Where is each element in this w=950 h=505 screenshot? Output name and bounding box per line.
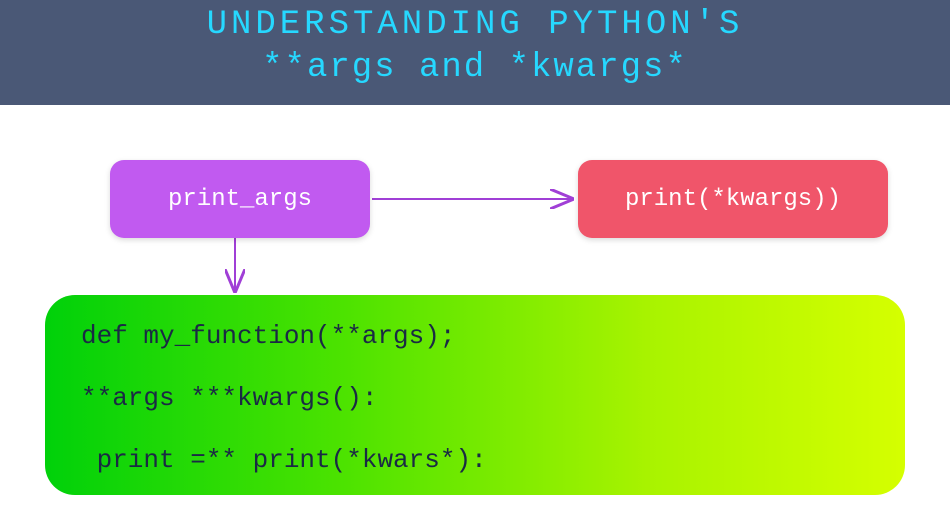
node-print-args: print_args bbox=[110, 160, 370, 238]
banner-title-line1: UNDERSTANDING PYTHON'S bbox=[0, 4, 950, 47]
code-line-1: def my_function(**args); bbox=[81, 321, 869, 351]
title-banner: UNDERSTANDING PYTHON'S **args and *kwarg… bbox=[0, 0, 950, 105]
banner-title-line2: **args and *kwargs* bbox=[0, 47, 950, 90]
diagram-stage: print_args print(*kwargs)) def my_functi… bbox=[0, 105, 950, 505]
code-line-3: print =** print(*kwars*): bbox=[81, 445, 869, 475]
node-print-kwargs: print(*kwargs)) bbox=[578, 160, 888, 238]
code-block: def my_function(**args); **args ***kwarg… bbox=[45, 295, 905, 495]
code-line-2: **args ***kwargs(): bbox=[81, 383, 869, 413]
node-print-args-label: print_args bbox=[168, 186, 312, 213]
node-print-kwargs-label: print(*kwargs)) bbox=[625, 186, 841, 213]
